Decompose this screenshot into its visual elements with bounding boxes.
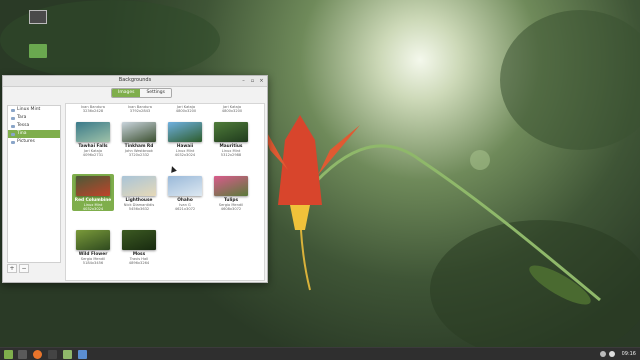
sidebar: Linux Mint Tara Tessa Tina Pictures (7, 105, 61, 263)
view-tabs: Images Settings (111, 88, 172, 98)
terminal-icon[interactable] (48, 350, 57, 359)
image-cell-tulips[interactable]: Tulips Sergio Mendil 4608x3072 (210, 174, 252, 211)
network-icon[interactable] (609, 351, 615, 357)
image-thumbnail (168, 176, 202, 196)
image-thumbnail (76, 230, 110, 250)
backgrounds-window-task-icon[interactable] (78, 350, 87, 359)
remove-folder-button[interactable]: − (19, 264, 29, 273)
taskbar: 09:16 (0, 347, 640, 360)
sidebar-item-label: Tina (17, 131, 27, 136)
image-size: 4096x2731 (82, 153, 104, 158)
tab-settings[interactable]: Settings (140, 89, 171, 97)
toolbar: Images Settings (3, 87, 267, 99)
sidebar-item-tina[interactable]: Tina (8, 130, 60, 138)
minimize-icon[interactable]: – (240, 78, 247, 85)
clock[interactable]: 09:16 (622, 351, 636, 357)
image-thumbnail (122, 122, 156, 142)
image-size: 3792x2843 (129, 109, 151, 114)
image-cell-lighthouse[interactable]: Lighthouse Nick Diamantidis 5456x3632 (118, 174, 160, 211)
folder-icon (11, 124, 15, 128)
folder-icon (11, 132, 15, 136)
image-thumbnail (214, 176, 248, 196)
partial-image-cell[interactable]: Jari Kataja 4800x3200 (211, 105, 253, 113)
image-cell-moss[interactable]: Moss Travis Hall 4896x3264 (118, 228, 160, 265)
image-size: 4032x3024 (82, 207, 104, 212)
add-folder-button[interactable]: + (7, 264, 17, 273)
partial-image-cell[interactable]: Ivan Bandura 3236x2428 (72, 105, 114, 113)
show-desktop-icon[interactable] (18, 350, 27, 359)
image-grid: Ivan Bandura 3236x2428 Ivan Bandura 3792x2… (65, 103, 265, 281)
image-size: 4800x3200 (175, 109, 197, 114)
sidebar-footer: + − (7, 264, 29, 274)
sidebar-item-label: Pictures (17, 139, 35, 144)
image-thumbnail (76, 176, 110, 196)
image-size: 4800x3200 (221, 109, 243, 114)
image-size: 3236x2428 (82, 109, 104, 114)
image-thumbnail (122, 230, 156, 250)
sidebar-item-label: Linux Mint (17, 107, 41, 112)
image-size: 4621x3072 (174, 207, 196, 212)
window-titlebar[interactable]: Backgrounds – ▫ × (3, 76, 267, 87)
partial-image-cell[interactable]: Ivan Bandura 3792x2843 (119, 105, 161, 113)
partial-image-cell[interactable]: Jari Kataja 4800x3200 (165, 105, 207, 113)
menu-icon[interactable] (4, 350, 13, 359)
image-size: 5184x3456 (82, 261, 104, 266)
folder-icon (11, 140, 15, 144)
home-folder-desktop-icon[interactable] (29, 44, 47, 58)
sidebar-item-linux-mint[interactable]: Linux Mint (8, 106, 60, 114)
close-icon[interactable]: × (258, 78, 265, 85)
image-cell-tinkham-rd[interactable]: Tinkham Rd John Westbrook 3720x2332 (118, 120, 160, 157)
files-icon[interactable] (63, 350, 72, 359)
folder-icon (11, 116, 15, 120)
sidebar-item-label: Tara (17, 115, 27, 120)
image-size: 3720x2332 (128, 153, 150, 158)
sidebar-item-label: Tessa (17, 123, 30, 128)
image-cell-hawaii[interactable]: Hawaii Linux Mint 4032x3024 (164, 120, 206, 157)
image-size: 4032x3024 (174, 153, 196, 158)
image-cell-mauritius[interactable]: Mauritius Linux Mint 5312x2988 (210, 120, 252, 157)
computer-desktop-icon[interactable] (29, 10, 47, 24)
backgrounds-window: Backgrounds – ▫ × Images Settings Linux … (2, 75, 268, 283)
image-cell-red-columbine[interactable]: Red Columbine Linux Mint 4032x3024 (72, 174, 114, 212)
image-size: 5456x3632 (128, 207, 150, 212)
image-thumbnail (122, 176, 156, 196)
sidebar-item-tessa[interactable]: Tessa (8, 122, 60, 130)
image-thumbnail (168, 122, 202, 142)
window-title: Backgrounds (118, 77, 152, 83)
firefox-icon[interactable] (33, 350, 42, 359)
image-thumbnail (76, 122, 110, 142)
image-cell-tawhai-falls[interactable]: Tawhai Falls Jari Kataja 4096x2731 (72, 120, 114, 157)
folder-icon (11, 108, 15, 112)
sidebar-item-tara[interactable]: Tara (8, 114, 60, 122)
sidebar-item-pictures[interactable]: Pictures (8, 138, 60, 146)
image-size: 5312x2988 (220, 153, 242, 158)
image-size: 4896x3264 (128, 261, 150, 266)
maximize-icon[interactable]: ▫ (249, 78, 256, 85)
image-thumbnail (214, 122, 248, 142)
image-size: 4608x3072 (220, 207, 242, 212)
image-cell-ohaho[interactable]: Ohaho Ivan G 4621x3072 (164, 174, 206, 211)
tab-images[interactable]: Images (112, 89, 141, 97)
image-cell-wild-flower[interactable]: Wild Flower Sergio Mendil 5184x3456 (72, 228, 114, 265)
shield-icon[interactable] (600, 351, 606, 357)
